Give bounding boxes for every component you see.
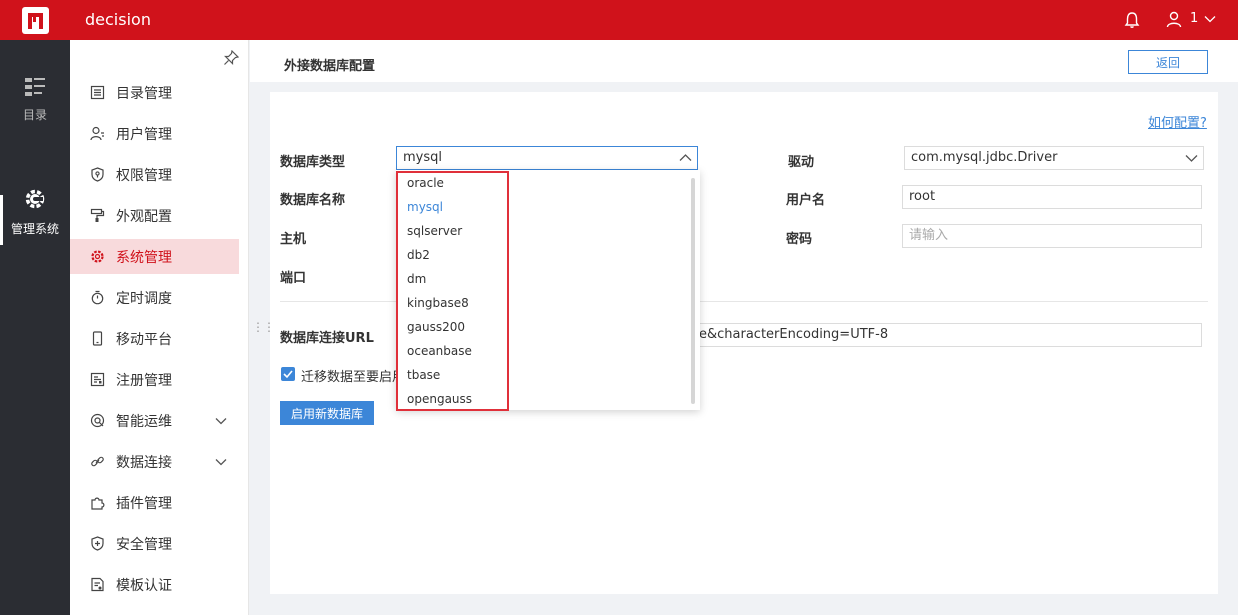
sidebar: 目录管理 用户管理 权限管理 外观配置 系统管理 定时调度 移动平台 注册管理 … — [70, 40, 249, 615]
rail-label-directory: 目录 — [22, 108, 47, 122]
gear-icon — [91, 250, 104, 263]
sidebar-item-label: 数据连接 — [116, 454, 172, 471]
password-field[interactable]: 请输入 — [902, 224, 1202, 248]
chevron-down-icon[interactable] — [1185, 153, 1198, 163]
sidebar-item-user-manage[interactable]: 用户管理 — [70, 116, 239, 151]
db-type-dropdown: oracle mysql sqlserver db2 dm kingbase8 … — [396, 170, 700, 411]
user-manage-icon — [90, 126, 104, 141]
app-logo-icon[interactable] — [22, 7, 49, 34]
rail-item-system[interactable]: 管理系统 — [0, 188, 70, 237]
sidebar-item-label: 移动平台 — [116, 331, 172, 348]
permission-shield-icon — [91, 167, 104, 182]
chevron-down-icon[interactable] — [215, 416, 227, 426]
username-input[interactable]: root — [902, 185, 1202, 209]
sidebar-item-label: 目录管理 — [116, 85, 172, 102]
ops-icon — [90, 413, 105, 428]
system-gear-icon — [25, 189, 45, 209]
chevron-down-icon[interactable] — [215, 457, 227, 467]
sidebar-item-label: 外观配置 — [116, 208, 172, 225]
back-button[interactable]: 返回 — [1128, 50, 1208, 74]
directory-list-icon — [25, 78, 45, 96]
sidebar-item-label: 插件管理 — [116, 495, 172, 512]
page-title: 外接数据库配置 — [284, 59, 376, 74]
how-to-configure-link[interactable]: 如何配置? — [1148, 112, 1207, 131]
sidebar-item-appearance[interactable]: 外观配置 — [70, 198, 239, 233]
sidebar-item-label: 智能运维 — [116, 413, 172, 430]
migrate-data-checkbox[interactable] — [281, 367, 295, 381]
sidebar-item-label: 系统管理 — [116, 249, 172, 266]
db-type-select[interactable]: mysql — [396, 146, 698, 170]
security-shield-icon — [91, 536, 104, 551]
sidebar-item-system-manage[interactable]: 系统管理 — [70, 239, 239, 274]
sidebar-item-label: 用户管理 — [116, 126, 172, 143]
plugin-icon — [91, 497, 105, 510]
sidebar-item-label: 注册管理 — [116, 372, 172, 389]
dropdown-scrollbar[interactable] — [691, 178, 695, 404]
sidebar-item-label: 定时调度 — [116, 290, 172, 307]
host-label: 主机 — [280, 232, 307, 247]
db-url-label: 数据库连接URL — [280, 331, 374, 346]
page-header: 外接数据库配置 返回 — [250, 40, 1238, 82]
port-label: 端口 — [280, 271, 307, 286]
pin-icon[interactable] — [223, 50, 239, 66]
sidebar-item-data-connection[interactable]: 数据连接 — [70, 444, 239, 479]
top-bar: decision 1 — [0, 0, 1238, 40]
sidebar-item-schedule[interactable]: 定时调度 — [70, 280, 239, 315]
bell-icon[interactable] — [1124, 11, 1140, 29]
rail-item-directory[interactable]: 目录 — [0, 78, 70, 123]
stopwatch-icon — [91, 290, 104, 305]
register-icon — [90, 372, 105, 387]
db-type-label: 数据库类型 — [280, 155, 346, 170]
db-url-input[interactable]: e&characterEncoding=UTF-8 — [696, 323, 1202, 347]
sidebar-item-plugin[interactable]: 插件管理 — [70, 485, 239, 520]
link-icon — [91, 456, 104, 467]
left-rail: 目录 管理系统 — [0, 40, 70, 615]
sidebar-item-security[interactable]: 安全管理 — [70, 526, 239, 561]
chevron-down-icon[interactable] — [1204, 14, 1216, 24]
sidebar-item-permission[interactable]: 权限管理 — [70, 157, 239, 192]
check-icon — [283, 370, 293, 379]
password-label: 密码 — [786, 232, 813, 247]
sidebar-item-mobile[interactable]: 移动平台 — [70, 321, 239, 356]
sidebar-item-register[interactable]: 注册管理 — [70, 362, 239, 397]
options-highlight-box — [396, 171, 509, 411]
sidebar-item-template-cert[interactable]: 模板认证 — [70, 567, 239, 602]
sidebar-item-smart-ops[interactable]: 智能运维 — [70, 403, 239, 438]
mobile-icon — [92, 331, 103, 346]
username-label: 用户名 — [786, 193, 826, 208]
enable-new-database-button[interactable]: 启用新数据库 — [280, 401, 374, 425]
sidebar-item-label: 权限管理 — [116, 167, 172, 184]
driver-label: 驱动 — [788, 155, 815, 170]
driver-select[interactable]: com.mysql.jdbc.Driver — [904, 146, 1204, 170]
user-name[interactable]: 1 — [1190, 11, 1198, 26]
db-name-label: 数据库名称 — [280, 193, 346, 208]
template-cert-icon — [91, 577, 104, 592]
sidebar-item-directory-manage[interactable]: 目录管理 — [70, 75, 239, 110]
chevron-up-icon[interactable] — [679, 153, 692, 163]
user-icon[interactable] — [1166, 11, 1182, 28]
app-title: decision — [85, 10, 151, 29]
sidebar-item-label: 模板认证 — [116, 577, 172, 594]
migrate-data-label: 迁移数据至要启用 — [301, 370, 406, 385]
directory-list-icon — [90, 85, 105, 100]
paint-roller-icon — [90, 208, 105, 222]
rail-label-system: 管理系统 — [10, 222, 59, 236]
sidebar-item-label: 安全管理 — [116, 536, 172, 553]
